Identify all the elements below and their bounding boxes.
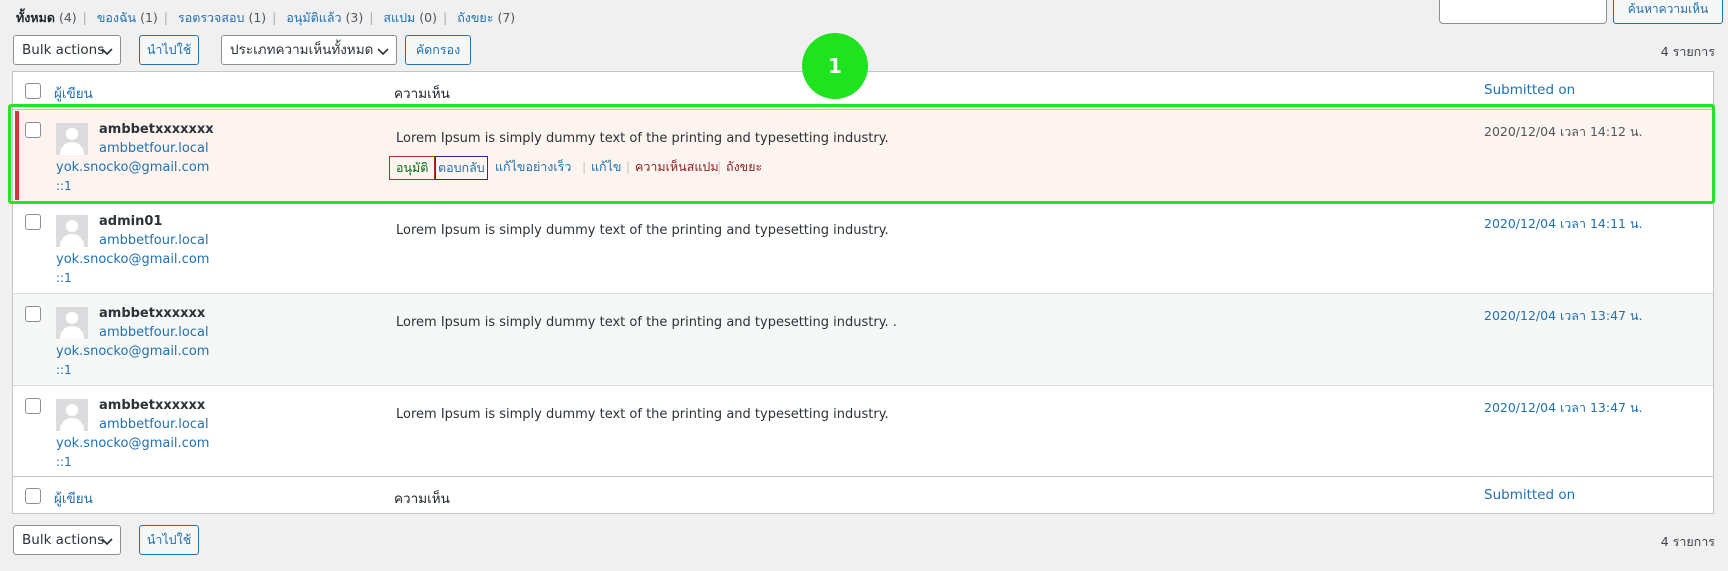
submitted-date[interactable]: 2020/12/04 เวลา 13:47 น.: [1484, 398, 1642, 418]
separator: |: [582, 159, 587, 174]
author-email[interactable]: yok.snocko@gmail.com: [56, 344, 209, 359]
step-marker: 1: [802, 33, 868, 99]
author-ip[interactable]: ::1: [56, 455, 72, 469]
column-author-footer[interactable]: ผู้เขียน: [54, 487, 93, 509]
comment-text: Lorem Ipsum is simply dummy text of the …: [396, 223, 889, 238]
quick-edit-action[interactable]: แก้ไขอย่างเร็ว: [495, 156, 571, 180]
apply-bulk-action-button[interactable]: นำไปใช้: [139, 525, 199, 555]
author-email[interactable]: yok.snocko@gmail.com: [56, 160, 209, 175]
comment-type-select[interactable]: ประเภทความเห็นทั้งหมด: [221, 35, 397, 65]
submitted-date[interactable]: 2020/12/04 เวลา 13:47 น.: [1484, 306, 1642, 326]
comments-table: ผู้เขียน ความเห็น Submitted on ambbetxxx…: [12, 71, 1714, 514]
chevron-down-icon: [101, 48, 113, 56]
row-checkbox[interactable]: [25, 306, 41, 322]
filter-button[interactable]: คัดกรอง: [405, 35, 471, 65]
edit-action[interactable]: แก้ไข: [591, 156, 621, 180]
row-checkbox[interactable]: [25, 122, 41, 138]
submitted-date[interactable]: 2020/12/04 เวลา 14:11 น.: [1484, 214, 1642, 234]
separator: |: [717, 159, 722, 174]
column-comment-header: ความเห็น: [394, 86, 450, 102]
approve-action[interactable]: อนุมัติ: [389, 156, 436, 180]
column-author-header[interactable]: ผู้เขียน: [54, 82, 93, 104]
apply-bulk-action-button[interactable]: นำไปใช้: [139, 35, 199, 65]
column-date-header[interactable]: Submitted on: [1484, 82, 1575, 98]
filter-approved[interactable]: อนุมัติแล้ว (3): [286, 10, 363, 25]
author-name: ambbetxxxxxx: [99, 306, 206, 321]
avatar: [56, 123, 88, 155]
filter-spam[interactable]: สแปม (0): [383, 10, 437, 25]
row-checkbox[interactable]: [25, 214, 41, 230]
author-ip[interactable]: ::1: [56, 363, 72, 377]
avatar: [56, 307, 88, 339]
table-row: ambbetxxxxxx ambbetfour.local yok.snocko…: [13, 386, 1713, 478]
search-comments-button[interactable]: ค้นหาความเห็น: [1613, 0, 1723, 24]
author-email[interactable]: yok.snocko@gmail.com: [56, 436, 209, 451]
chevron-down-icon: [101, 538, 113, 546]
author-ip[interactable]: ::1: [56, 179, 72, 193]
author-ip[interactable]: ::1: [56, 271, 72, 285]
avatar: [56, 215, 88, 247]
author-url[interactable]: ambbetfour.local: [99, 417, 209, 432]
column-date-footer[interactable]: Submitted on: [1484, 487, 1575, 503]
author-url[interactable]: ambbetfour.local: [99, 233, 209, 248]
table-row: ambbetxxxxxx ambbetfour.local yok.snocko…: [13, 294, 1713, 386]
author-url[interactable]: ambbetfour.local: [99, 141, 209, 156]
spam-action[interactable]: ความเห็นสแปม: [635, 156, 719, 180]
bulk-actions-select[interactable]: Bulk actions: [13, 35, 121, 65]
separator: |: [626, 159, 631, 174]
author-name: admin01: [99, 214, 163, 229]
displaying-num: 4 รายการ: [1660, 534, 1715, 549]
filter-trash[interactable]: ถังขยะ (7): [457, 10, 515, 25]
select-all-checkbox[interactable]: [25, 488, 41, 504]
author-name: ambbetxxxxxxx: [99, 122, 214, 137]
comment-text: Lorem Ipsum is simply dummy text of the …: [396, 131, 889, 146]
table-row: admin01 ambbetfour.local yok.snocko@gmai…: [13, 202, 1713, 294]
author-url[interactable]: ambbetfour.local: [99, 325, 209, 340]
column-comment-footer: ความเห็น: [394, 491, 450, 507]
comment-status-filters: ทั้งหมด (4) | ของฉัน (1) | รอตรวจสอบ (1) | …: [16, 10, 516, 25]
chevron-down-icon: [377, 48, 389, 56]
filter-pending[interactable]: รอตรวจสอบ (1): [178, 10, 266, 25]
comment-text: Lorem Ipsum is simply dummy text of the …: [396, 315, 897, 330]
row-checkbox[interactable]: [25, 398, 41, 414]
submitted-date[interactable]: 2020/12/04 เวลา 14:12 น.: [1484, 122, 1642, 142]
table-footer: ผู้เขียน ความเห็น Submitted on: [13, 476, 1713, 514]
trash-action[interactable]: ถังขยะ: [726, 156, 762, 180]
filter-mine[interactable]: ของฉัน (1): [97, 10, 158, 25]
comment-text: Lorem Ipsum is simply dummy text of the …: [396, 407, 889, 422]
displaying-num: 4 รายการ: [1660, 44, 1715, 59]
avatar: [56, 399, 88, 431]
author-email[interactable]: yok.snocko@gmail.com: [56, 252, 209, 267]
author-name: ambbetxxxxxx: [99, 398, 206, 413]
tablenav-bottom: Bulk actions นำไปใช้ 4 รายการ: [13, 525, 1715, 555]
bulk-actions-select[interactable]: Bulk actions: [13, 525, 121, 555]
reply-action[interactable]: ตอบกลับ: [435, 156, 488, 180]
search-comments-input[interactable]: [1439, 0, 1607, 24]
select-all-checkbox[interactable]: [25, 83, 41, 99]
table-row: ambbetxxxxxxx ambbetfour.local yok.snock…: [13, 110, 1713, 202]
filter-all[interactable]: ทั้งหมด (4): [16, 10, 77, 25]
